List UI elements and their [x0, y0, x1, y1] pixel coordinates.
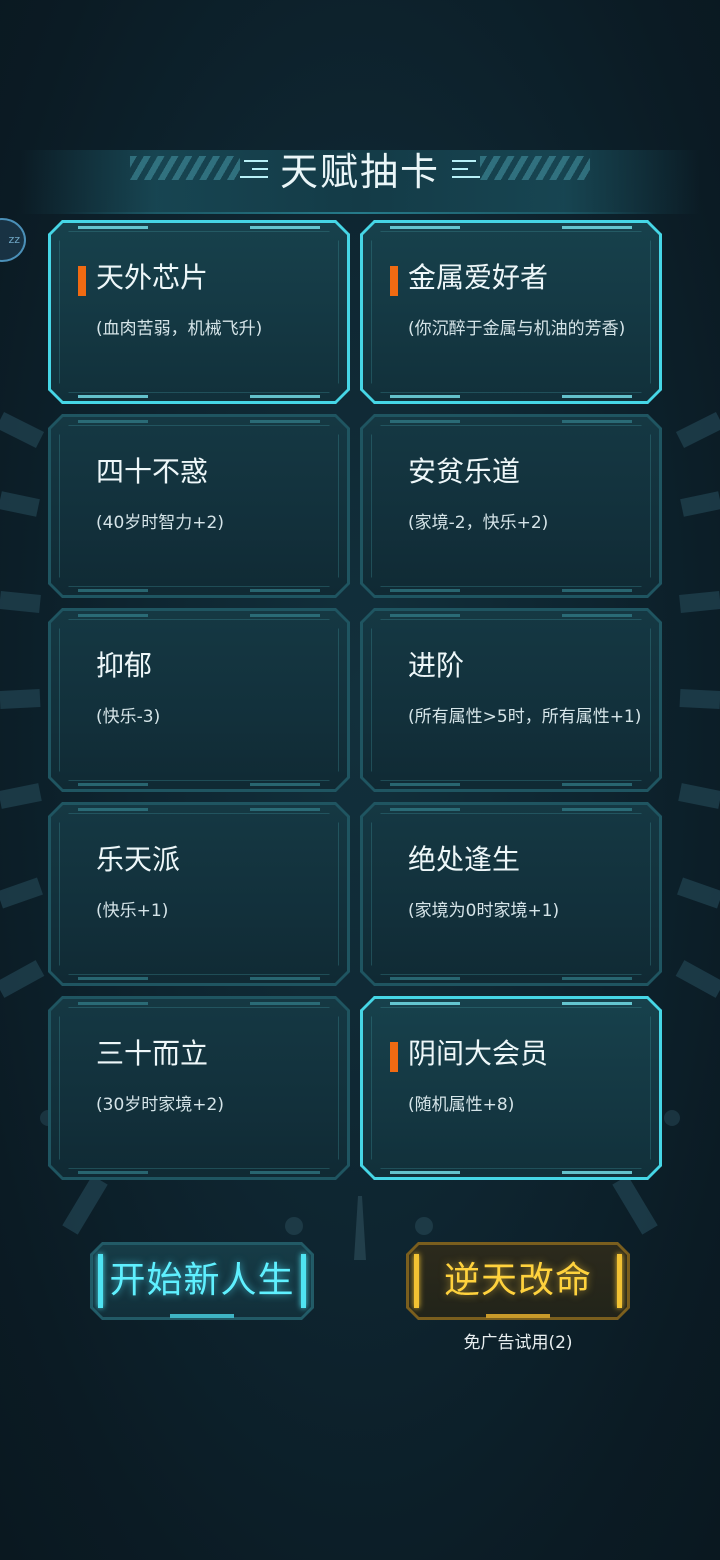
talent-name: 绝处逢生	[408, 843, 521, 876]
start-button-label: 开始新人生	[109, 1260, 295, 1301]
selected-marker	[78, 266, 86, 296]
talent-description: (血肉苦弱，机械飞升)	[96, 319, 263, 339]
talent-description: (快乐+1)	[96, 901, 169, 921]
talent-description: (30岁时家境+2)	[96, 1095, 224, 1115]
talent-name: 阴间大会员	[408, 1037, 549, 1070]
selected-marker	[390, 1042, 398, 1072]
talent-name: 进阶	[408, 649, 465, 682]
talent-description: (所有属性>5时，所有属性+1)	[408, 707, 642, 727]
talent-name: 三十而立	[96, 1037, 209, 1070]
talent-description: (随机属性+8)	[408, 1095, 515, 1115]
talent-card[interactable]: 安贫乐道 (家境-2，快乐+2)	[360, 414, 662, 598]
talent-description: (家境为0时家境+1)	[408, 901, 560, 921]
talent-card[interactable]: 进阶 (所有属性>5时，所有属性+1)	[360, 608, 662, 792]
talent-description: (快乐-3)	[96, 707, 161, 727]
talent-description: (家境-2，快乐+2)	[408, 513, 549, 533]
talent-card[interactable]: 绝处逢生 (家境为0时家境+1)	[360, 802, 662, 986]
talent-name: 金属爱好者	[408, 261, 549, 294]
talent-name: 乐天派	[96, 843, 181, 876]
talent-card[interactable]: 抑郁 (快乐-3)	[48, 608, 350, 792]
talent-description: (你沉醉于金属与机油的芳香)	[408, 319, 626, 339]
talent-card[interactable]: 三十而立 (30岁时家境+2)	[48, 996, 350, 1180]
talent-name: 抑郁	[96, 649, 153, 682]
ad-free-trial-note: 免广告试用(2)	[463, 1333, 573, 1353]
talent-name: 天外芯片	[96, 261, 209, 294]
talent-card[interactable]: 乐天派 (快乐+1)	[48, 802, 350, 986]
defy-fate-button[interactable]: 逆天改命	[406, 1242, 630, 1320]
talent-card[interactable]: 阴间大会员 (随机属性+8)	[360, 996, 662, 1180]
talent-card[interactable]: 金属爱好者 (你沉醉于金属与机油的芳香)	[360, 220, 662, 404]
talent-draw-screen: 天赋抽卡 zz 天外芯片 (血肉苦弱，机械飞升) 金属爱好者 (你沉醉于金属与机…	[0, 0, 720, 1560]
defy-fate-button-label: 逆天改命	[443, 1260, 592, 1301]
talent-name: 安贫乐道	[408, 455, 521, 488]
selected-marker	[390, 266, 398, 296]
start-new-life-button[interactable]: 开始新人生	[90, 1242, 314, 1320]
talent-name: 四十不惑	[96, 455, 209, 488]
talent-card-grid: 天外芯片 (血肉苦弱，机械飞升) 金属爱好者 (你沉醉于金属与机油的芳香) 四十…	[0, 0, 720, 1560]
talent-card[interactable]: 天外芯片 (血肉苦弱，机械飞升)	[48, 220, 350, 404]
talent-card[interactable]: 四十不惑 (40岁时智力+2)	[48, 414, 350, 598]
talent-description: (40岁时智力+2)	[96, 513, 224, 533]
